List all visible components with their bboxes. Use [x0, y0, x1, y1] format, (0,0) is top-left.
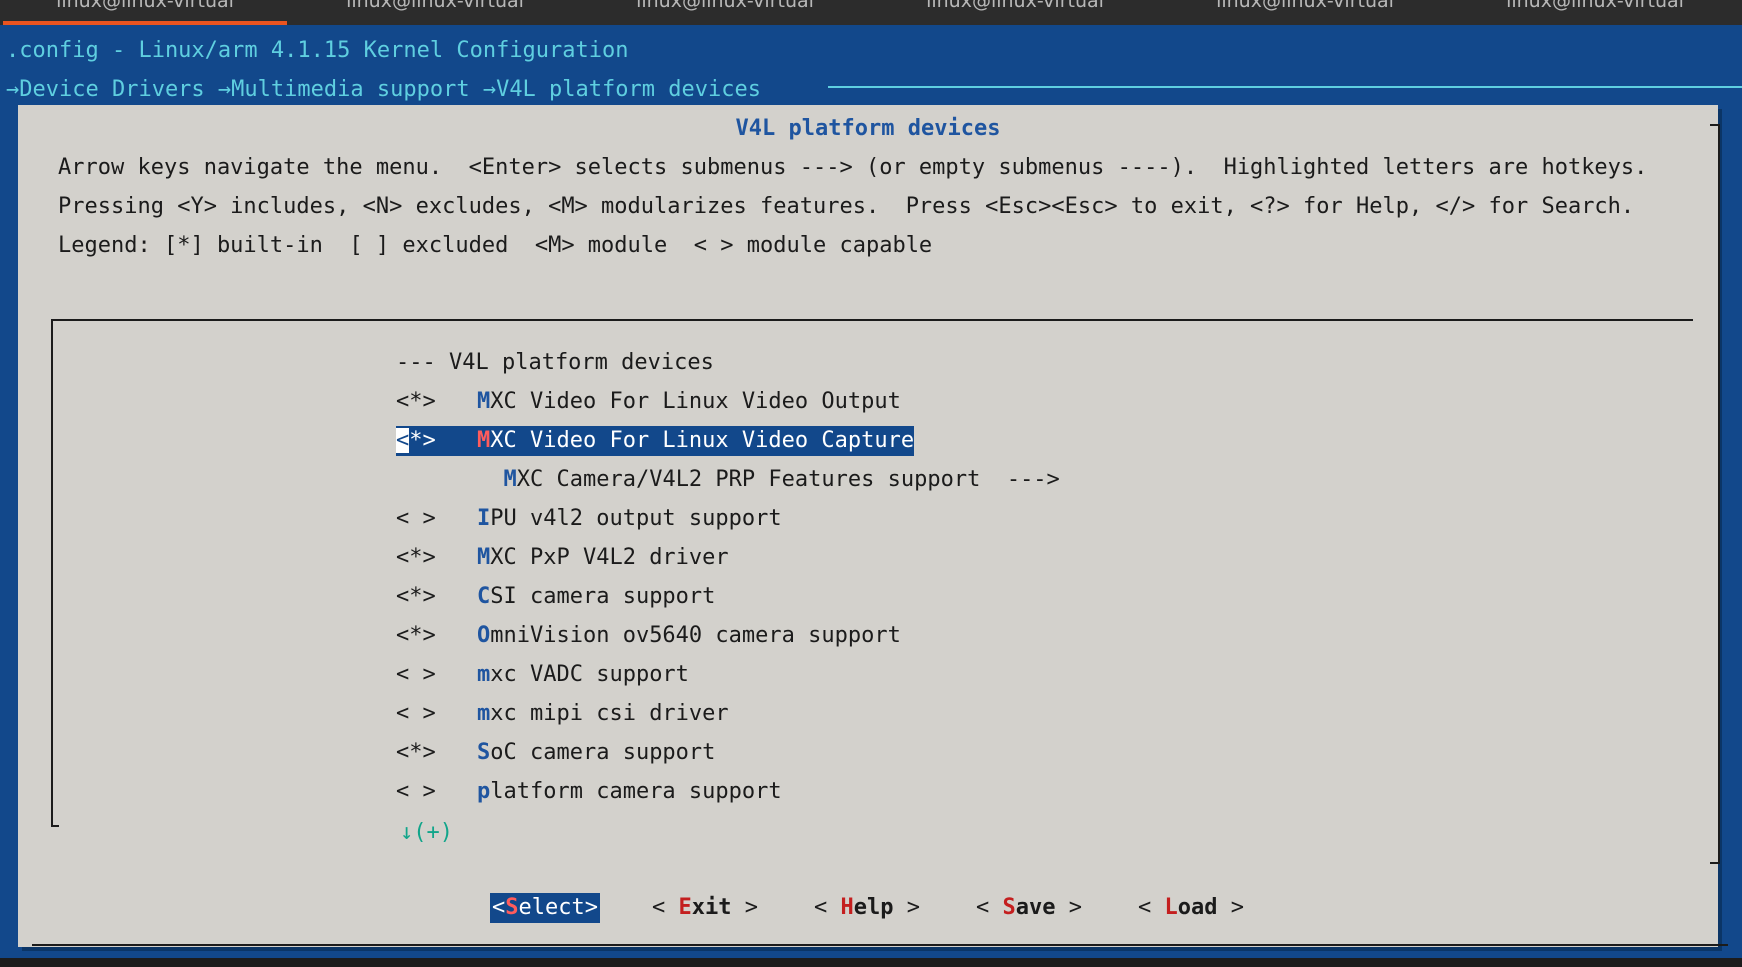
option-state: <*>	[396, 545, 436, 570]
button-label: oad	[1177, 895, 1218, 920]
menu-item-csi-camera[interactable]: <*> CSI camera support	[396, 582, 715, 612]
menu-item-soc-camera[interactable]: <*> SoC camera support	[396, 738, 715, 768]
hotkey-letter: O	[477, 623, 491, 648]
button-bracket: >	[893, 895, 920, 920]
hotkey-letter: S	[477, 740, 491, 765]
menu-item-prp-features-submenu[interactable]: MXC Camera/V4L2 PRP Features support ---…	[396, 465, 1060, 495]
load-button[interactable]: < Load >	[1138, 893, 1244, 923]
option-state: <*>	[396, 740, 436, 765]
menu-item-video-output[interactable]: <*> MXC Video For Linux Video Output	[396, 387, 901, 417]
terminal-tab-6[interactable]: linux@linux-virtual	[1450, 0, 1740, 25]
scroll-down-indicator[interactable]: ↓(+)	[400, 818, 453, 848]
terminal-tab-5[interactable]: linux@linux-virtual	[1160, 0, 1450, 25]
hotkey-letter: M	[477, 428, 491, 453]
button-hotkey: S	[505, 895, 519, 920]
button-hotkey: H	[840, 895, 854, 920]
help-button[interactable]: < Help >	[814, 893, 920, 923]
cursor-block: <	[396, 428, 410, 453]
menu-box-corner	[51, 825, 59, 827]
option-state: < >	[396, 506, 436, 531]
button-bracket: <	[814, 895, 841, 920]
breadcrumb-divider	[828, 86, 1742, 88]
option-state: <*>	[396, 623, 436, 648]
help-line-navigation: Arrow keys navigate the menu. <Enter> se…	[58, 155, 1648, 180]
dialog-bottom-border	[32, 944, 1728, 946]
menu-item-label: SI camera support	[490, 584, 716, 609]
menu-item-label: PU v4l2 output support	[490, 506, 782, 531]
help-line-legend: Legend: [*] built-in [ ] excluded <M> mo…	[58, 233, 933, 258]
hotkey-letter: M	[503, 467, 517, 492]
button-label: ave	[1015, 895, 1056, 920]
button-bracket: >	[584, 895, 598, 920]
breadcrumb: →Device Drivers →Multimedia support →V4L…	[6, 77, 761, 102]
menu-item-label: XC PxP V4L2 driver	[490, 545, 729, 570]
menu-item-label: XC Camera/V4L2 PRP Features support --->	[516, 467, 1060, 492]
button-bracket: >	[731, 895, 758, 920]
button-hotkey: L	[1164, 895, 1178, 920]
exit-button[interactable]: < Exit >	[652, 893, 758, 923]
button-bracket: <	[652, 895, 679, 920]
hotkey-letter: M	[477, 545, 491, 570]
option-state	[396, 465, 477, 495]
terminal-tab-2[interactable]: linux@linux-virtual	[290, 0, 580, 25]
config-title: .config - Linux/arm 4.1.15 Kernel Config…	[6, 38, 629, 63]
button-bracket: <	[976, 895, 1003, 920]
terminal-tab-1[interactable]: linux@linux-virtual	[0, 0, 290, 25]
menu-item-label: latform camera support	[490, 779, 782, 804]
terminal-tab-label: linux@linux-virtual	[56, 0, 234, 12]
option-state: <*>	[396, 389, 436, 414]
option-state: <*>	[396, 426, 477, 456]
menu-item-label: mniVision ov5640 camera support	[490, 623, 901, 648]
menu-header: --- V4L platform devices	[396, 350, 714, 375]
menu-item-vadc-support[interactable]: < > mxc VADC support	[396, 660, 689, 690]
terminal-tab-label: linux@linux-virtual	[1216, 0, 1394, 12]
menu-item-ipu-v4l2-output[interactable]: < > IPU v4l2 output support	[396, 504, 782, 534]
hotkey-letter: M	[477, 389, 491, 414]
help-line-keys: Pressing <Y> includes, <N> excludes, <M>…	[58, 194, 1635, 219]
button-bracket: >	[1217, 895, 1244, 920]
select-button[interactable]: <Select>	[490, 893, 600, 923]
terminal-tab-label: linux@linux-virtual	[636, 0, 814, 12]
option-state: < >	[396, 662, 436, 687]
save-button[interactable]: < Save >	[976, 893, 1082, 923]
menu-item-ov5640-camera[interactable]: <*> OmniVision ov5640 camera support	[396, 621, 901, 651]
terminal-bottom-edge	[0, 958, 1742, 967]
button-hotkey: E	[678, 895, 692, 920]
menu-item-label: XC Video For Linux Video Output	[490, 389, 901, 414]
menu-item-label: xc mipi csi driver	[490, 701, 729, 726]
hotkey-letter: p	[477, 779, 491, 804]
button-bracket: <	[492, 895, 506, 920]
menu-item-indent	[477, 467, 504, 492]
hotkey-letter: C	[477, 584, 491, 609]
terminal-tab-3[interactable]: linux@linux-virtual	[580, 0, 870, 25]
hotkey-letter: I	[477, 506, 491, 531]
dialog-title: V4L platform devices	[735, 116, 1001, 141]
button-hotkey: S	[1002, 895, 1016, 920]
dialog-right-border	[1710, 124, 1720, 864]
terminal-tab-label: linux@linux-virtual	[926, 0, 1104, 12]
menu-item-mipi-csi-driver[interactable]: < > mxc mipi csi driver	[396, 699, 729, 729]
terminal-tab-4[interactable]: linux@linux-virtual	[870, 0, 1160, 25]
menu-item-video-capture[interactable]: <*> MXC Video For Linux Video Capture	[396, 426, 915, 456]
menu-item-label: xc VADC support	[490, 662, 689, 687]
menu-item-label: XC Video For Linux Video Capture	[490, 428, 915, 453]
menu-item-platform-camera[interactable]: < > platform camera support	[396, 777, 782, 807]
button-bracket: >	[1055, 895, 1082, 920]
hotkey-letter: m	[477, 662, 491, 687]
terminal-tab-label: linux@linux-virtual	[346, 0, 524, 12]
menu-item-pxp-v4l2-driver[interactable]: <*> MXC PxP V4L2 driver	[396, 543, 729, 573]
button-bracket: <	[1138, 895, 1165, 920]
hotkey-letter: m	[477, 701, 491, 726]
option-state: < >	[396, 701, 436, 726]
terminal-tab-label: linux@linux-virtual	[1506, 0, 1684, 12]
option-state: <*>	[396, 584, 436, 609]
button-label: elect	[518, 895, 585, 920]
menu-item-label: oC camera support	[490, 740, 716, 765]
terminal-tab-bar: linux@linux-virtual linux@linux-virtual …	[0, 0, 1742, 25]
button-label: xit	[691, 895, 732, 920]
button-label: elp	[853, 895, 894, 920]
option-state: < >	[396, 779, 436, 804]
